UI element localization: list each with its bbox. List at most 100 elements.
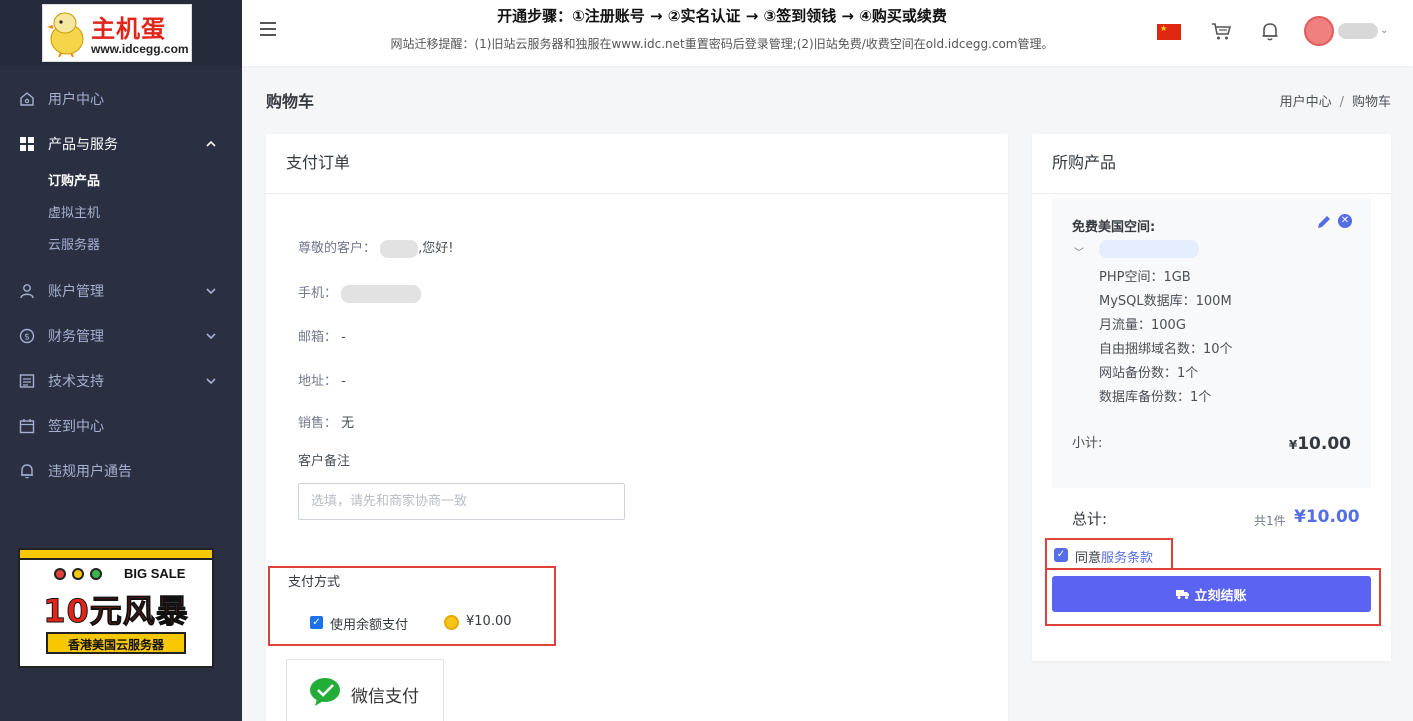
balance-pay-label[interactable]: 使用余额支付 (330, 614, 408, 633)
product-spec: 自由捆绑域名数：10个 (1099, 342, 1233, 357)
sidebar-item-label: 技术支持 (48, 373, 104, 390)
promo-stripe (20, 550, 212, 560)
remark-input[interactable] (298, 483, 625, 520)
red-dot-icon (54, 568, 66, 580)
chevron-down-icon (206, 332, 216, 339)
breadcrumb-separator: / (1339, 95, 1344, 110)
chevron-up-icon (206, 140, 216, 147)
truck-icon (1176, 590, 1190, 599)
terms-link[interactable]: 服务条款 (1101, 551, 1153, 566)
greeting-row: 尊敬的客户： ,您好! (298, 237, 454, 258)
home-icon (18, 90, 36, 108)
svg-text:$: $ (24, 332, 30, 342)
sidebar-menu: 用户中心 产品与服务 订购产品 虚拟主机 云服务器 账户管理 $ 财务管理 技术… (0, 66, 242, 493)
calendar-icon (18, 417, 36, 435)
sidebar-item-account[interactable]: 账户管理 (0, 268, 242, 313)
coin-icon (444, 615, 459, 630)
product-spec: MySQL数据库：100M (1099, 294, 1232, 309)
username-redacted (1338, 23, 1378, 39)
products-submenu: 订购产品 虚拟主机 云服务器 (0, 166, 242, 268)
payment-method-section: 支付方式 ✓ 使用余额支付 ¥10.00 (268, 566, 556, 646)
subtotal-currency: ¥ (1288, 438, 1298, 452)
logo-area: 主机蛋 www.idcegg.com (0, 0, 242, 66)
product-name: 免费美国空间: (1072, 220, 1156, 235)
total-value: ¥10.00 (1294, 507, 1360, 527)
breadcrumb-current: 购物车 (1351, 95, 1391, 110)
phone-redacted (341, 284, 422, 303)
balance-amount: ¥10.00 (466, 614, 512, 629)
sales-label: 销售： (298, 416, 338, 431)
user-menu[interactable]: ⌄ (1304, 16, 1388, 46)
china-flag-icon[interactable]: ★ (1157, 24, 1181, 40)
chevron-down-icon (206, 377, 216, 384)
sidebar-subitem-cloud-server[interactable]: 云服务器 (0, 230, 242, 262)
total-label: 总计: (1072, 510, 1108, 528)
subtotal-amount: 10.00 (1297, 434, 1351, 454)
logo-brand: 主机蛋 (91, 15, 166, 43)
checkout-button[interactable]: 立刻结账 (1052, 576, 1371, 612)
customer-name-redacted (380, 239, 419, 258)
breadcrumb: 用户中心 / 购物车 (1280, 91, 1391, 110)
site-logo[interactable]: 主机蛋 www.idcegg.com (42, 4, 192, 62)
product-spec: 网站备份数：1个 (1099, 366, 1199, 381)
address-row: 地址： - (298, 370, 346, 389)
email-row: 邮箱： - (298, 326, 346, 345)
sidebar-item-label: 用户中心 (48, 91, 104, 108)
avatar (1304, 16, 1334, 46)
product-spec: 月流量：100G (1099, 318, 1186, 333)
chick-logo-icon (47, 12, 84, 57)
payment-method-title: 支付方式 (288, 575, 341, 590)
cart-product-item: 免费美国空间: ✕ ﹀ PHP空间：1GB MySQL数据库：100M 月流量：… (1052, 198, 1371, 488)
address-label: 地址： (298, 374, 338, 389)
cart-icon[interactable] (1210, 20, 1232, 42)
ticket-icon (18, 372, 36, 390)
promo-subtitle: 香港美国云服务器 (46, 632, 186, 654)
chevron-down-icon[interactable]: ﹀ (1074, 244, 1084, 259)
sidebar-item-user-center[interactable]: 用户中心 (0, 76, 242, 121)
top-header: 开通步骤：①注册账号 → ②实名认证 → ③签到领钱 → ④购买或续费 网站迁移… (242, 0, 1413, 66)
email-value: - (341, 330, 346, 345)
address-value: - (341, 374, 346, 389)
sidebar-item-label: 账户管理 (48, 283, 104, 300)
grid-icon (18, 135, 36, 153)
chevron-down-icon (206, 287, 216, 294)
phone-row: 手机： (298, 282, 422, 303)
sidebar-item-products[interactable]: 产品与服务 (0, 121, 242, 166)
payment-order-card: 支付订单 尊敬的客户： ,您好! 手机： 邮箱： - 地址： - 销售： 无 客… (266, 134, 1008, 721)
cart-card-title: 所购产品 (1032, 134, 1391, 194)
promo-dots (54, 568, 102, 580)
sidebar-item-support[interactable]: 技术支持 (0, 358, 242, 403)
total-count: 共1件 (1254, 514, 1286, 528)
sidebar-subitem-virtual-host[interactable]: 虚拟主机 (0, 198, 242, 230)
product-host-redacted (1099, 240, 1199, 258)
logo-url: www.idcegg.com (91, 42, 189, 56)
remove-icon[interactable]: ✕ (1338, 214, 1352, 228)
terms-agreement: ✓ 同意服务条款 (1045, 538, 1173, 570)
wechat-icon (310, 678, 340, 706)
wechat-pay-option[interactable]: 微信支付 (286, 659, 444, 721)
phone-label: 手机： (298, 286, 338, 301)
sidebar-item-checkin[interactable]: 签到中心 (0, 403, 242, 448)
sidebar-item-violation-notice[interactable]: 违规用户通告 (0, 448, 242, 493)
wechat-pay-label: 微信支付 (351, 687, 419, 707)
bell-icon (18, 462, 36, 480)
notification-bell-icon[interactable] (1259, 20, 1281, 42)
balance-pay-checkbox[interactable]: ✓ (310, 616, 323, 629)
terms-text: 同意服务条款 (1075, 547, 1153, 566)
page-title: 购物车 (266, 92, 315, 111)
sidebar-item-label: 产品与服务 (48, 136, 118, 153)
greeting-prefix: 尊敬的客户： (298, 241, 377, 256)
breadcrumb-link-user-center[interactable]: 用户中心 (1280, 95, 1332, 110)
sidebar-subitem-order-products[interactable]: 订购产品 (0, 166, 242, 198)
sidebar: 主机蛋 www.idcegg.com 用户中心 产品与服务 订购产品 虚拟主机 … (0, 0, 242, 721)
yellow-dot-icon (72, 568, 84, 580)
cart-summary-card: 所购产品 免费美国空间: ✕ ﹀ PHP空间：1GB MySQL数据库：100M… (1032, 134, 1391, 661)
order-card-title: 支付订单 (266, 134, 1008, 194)
sales-value: 无 (341, 416, 355, 431)
terms-checkbox[interactable]: ✓ (1054, 548, 1068, 562)
subtotal-value: ¥10.00 (1289, 434, 1351, 454)
promo-banner[interactable]: BIG SALE 10元风暴 香港美国云服务器 (18, 548, 214, 668)
sidebar-item-label: 财务管理 (48, 328, 104, 345)
sidebar-item-finance[interactable]: $ 财务管理 (0, 313, 242, 358)
edit-icon[interactable] (1316, 214, 1332, 230)
